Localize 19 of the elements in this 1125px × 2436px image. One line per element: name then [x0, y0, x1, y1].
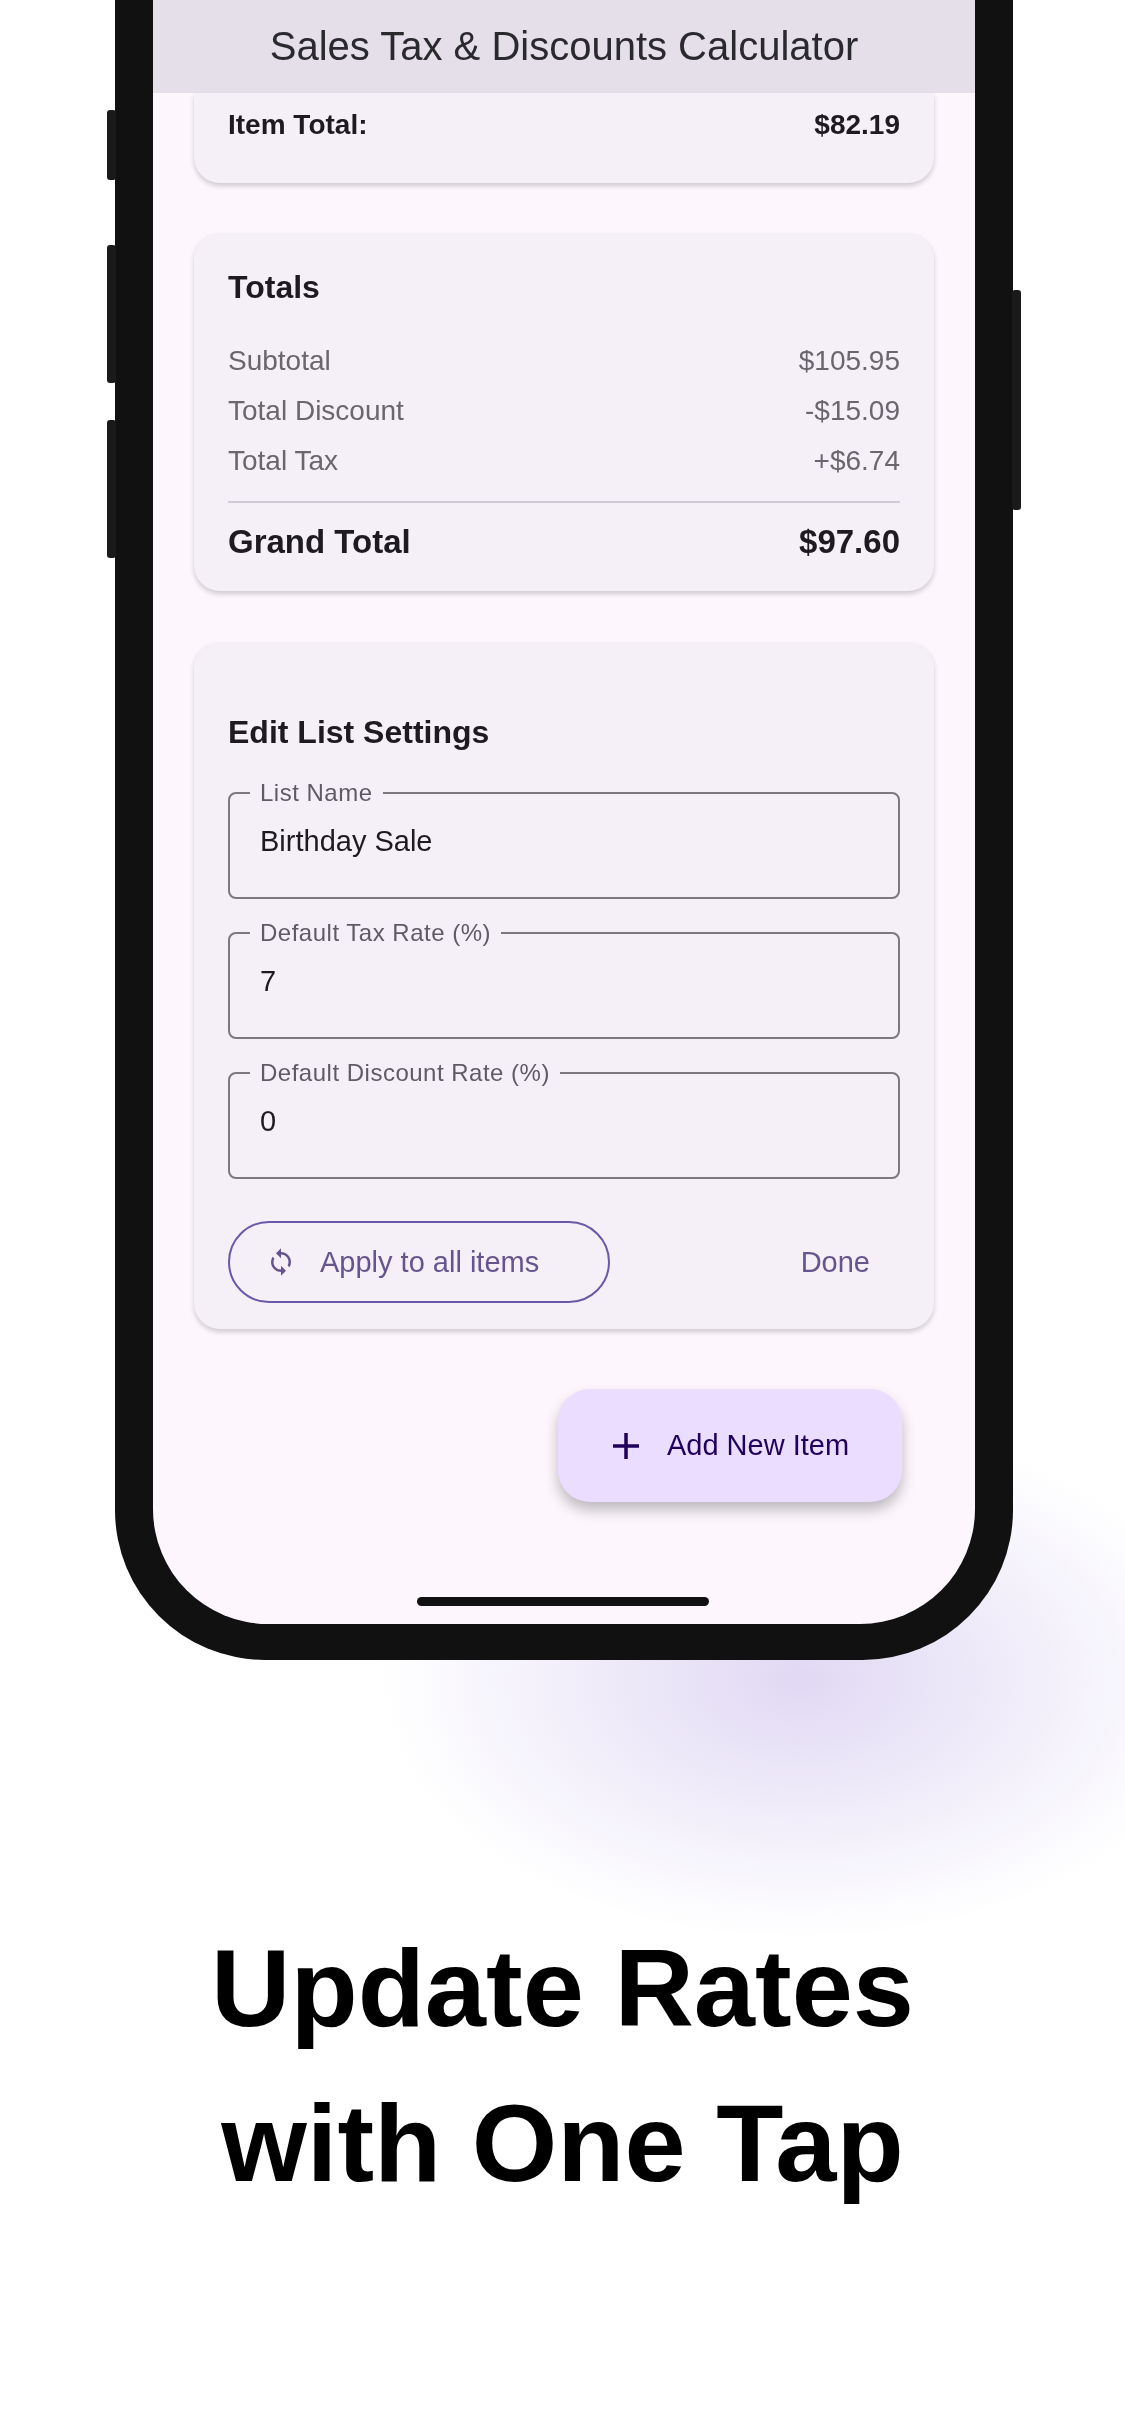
done-button[interactable]: Done — [770, 1229, 900, 1295]
total-value: $105.95 — [798, 345, 900, 377]
headline-text: with One Tap — [221, 2080, 904, 2206]
total-value: -$15.09 — [805, 395, 900, 427]
apply-to-all-button[interactable]: Apply to all items — [228, 1221, 610, 1303]
item-total-label: Item Total: — [228, 109, 368, 141]
add-item-button[interactable]: Add New Item — [558, 1389, 902, 1502]
card-title: Edit List Settings — [228, 714, 491, 751]
card-title: Totals — [228, 269, 321, 306]
total-label: Total Discount — [228, 395, 404, 427]
headline-text: Update Rates — [211, 1925, 914, 2051]
total-value: +$6.74 — [813, 445, 900, 477]
total-label: Subtotal — [228, 345, 331, 377]
plus-icon — [610, 1430, 641, 1461]
item-total-value: $82.19 — [814, 109, 900, 141]
grand-total-value: $97.60 — [799, 523, 900, 561]
app-bar-title: Sales Tax & Discounts Calculator — [153, 0, 975, 93]
total-label: Total Tax — [228, 445, 338, 477]
grand-total-label: Grand Total — [228, 523, 411, 561]
